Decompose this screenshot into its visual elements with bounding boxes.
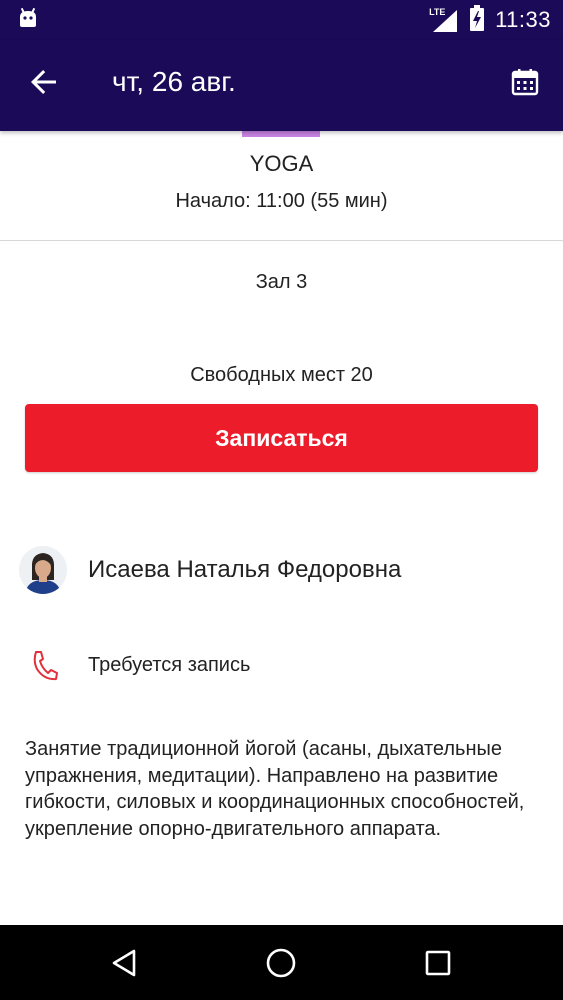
- class-description: Занятие традиционной йогой (асаны, дыхат…: [25, 738, 525, 840]
- nav-recents-icon: [425, 950, 451, 976]
- class-start-time: Начало: 11:00 (55 мин): [175, 190, 388, 212]
- page-title: чт, 26 авг.: [112, 66, 236, 97]
- android-debug-icon: [17, 7, 39, 29]
- lte-signal-icon: LTE: [429, 6, 459, 34]
- booking-text: Требуется запись: [88, 654, 251, 676]
- avatar: [19, 546, 67, 594]
- signup-button[interactable]: Записаться: [25, 404, 538, 472]
- nav-recents-button[interactable]: [414, 939, 462, 987]
- trainer-photo: [19, 546, 67, 594]
- status-time: 11:33: [495, 7, 551, 32]
- trainer-name: Исаева Наталья Федоровна: [88, 556, 402, 583]
- nav-home-button[interactable]: [257, 939, 305, 987]
- class-name: YOGA: [249, 151, 314, 176]
- app-bar: чт, 26 авг.: [0, 40, 563, 131]
- calendar-icon: [511, 69, 539, 96]
- nav-home-icon: [266, 948, 296, 978]
- battery-charging-icon: [469, 4, 485, 37]
- trainer-row[interactable]: Исаева Наталья Федоровна: [19, 545, 401, 595]
- free-seats-label: Свободных мест 20: [190, 364, 373, 386]
- category-accent-strip: [242, 131, 320, 137]
- calendar-button[interactable]: [507, 64, 543, 100]
- navigation-bar: [0, 925, 563, 1000]
- divider: [0, 240, 563, 241]
- nav-back-button[interactable]: [101, 939, 149, 987]
- hall-label: Зал 3: [255, 271, 308, 293]
- phone-icon: [31, 648, 59, 682]
- arrow-back-icon: [31, 70, 56, 94]
- status-bar: LTE 11:33: [0, 0, 563, 40]
- booking-requirement: Требуется запись: [31, 648, 250, 682]
- back-button[interactable]: [24, 62, 64, 102]
- nav-back-icon: [112, 949, 136, 977]
